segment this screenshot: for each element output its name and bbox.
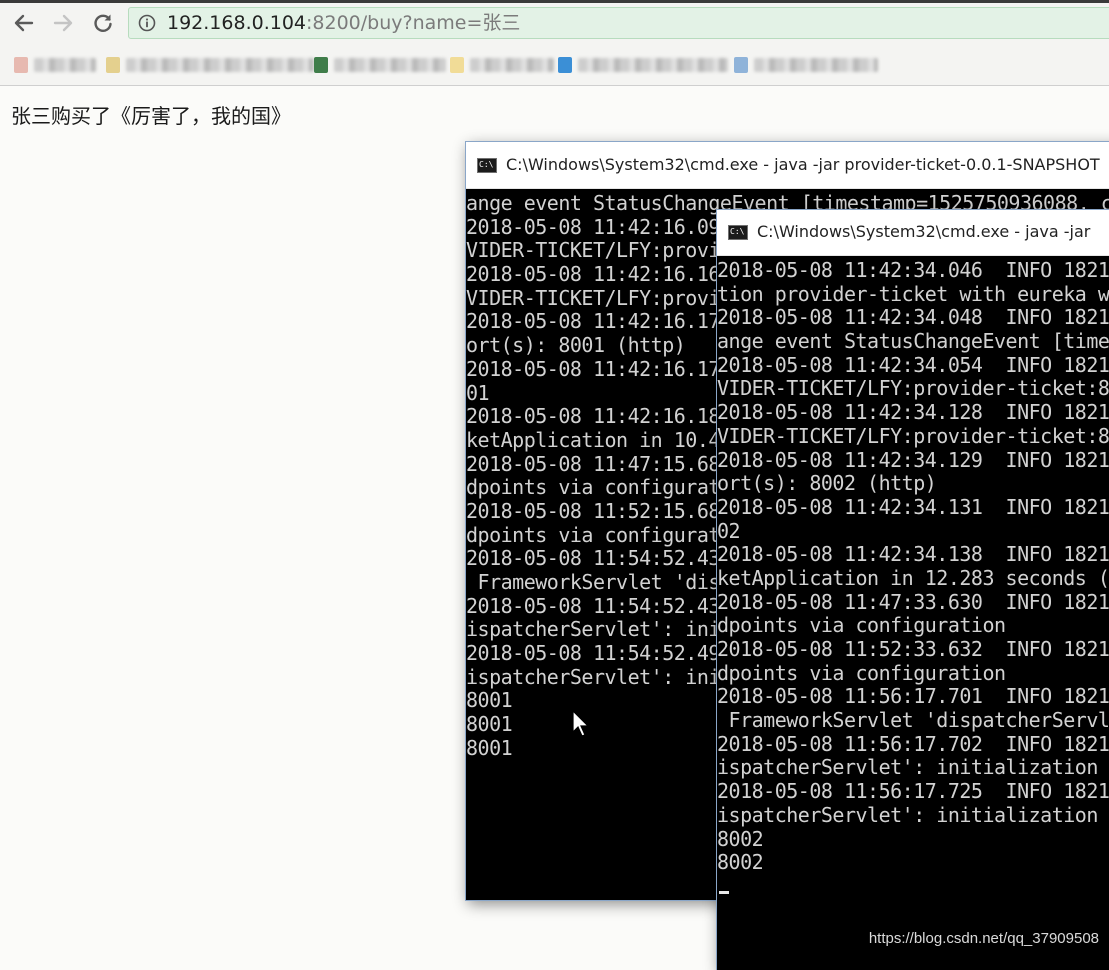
info-icon[interactable] [138, 14, 156, 32]
forward-button[interactable] [49, 9, 77, 37]
cmd-title: C:\Windows\System32\cmd.exe - java -jar … [506, 155, 1100, 174]
console-line: 2018-05-08 11:42:34.131 INFO 18212 [717, 494, 1109, 519]
console-line: 2018-05-08 11:42:34.138 INFO 18212 [717, 542, 1109, 567]
forward-arrow-icon [53, 14, 73, 32]
console-output[interactable]: 2018-05-08 11:42:34.046 INFO 18212 tion p… [717, 255, 1109, 970]
console-line: 8002 [717, 826, 764, 851]
cmd-titlebar[interactable]: C:\ C:\Windows\System32\cmd.exe - java -… [466, 142, 1109, 189]
watermark: https://blog.csdn.net/qq_37909508 [868, 930, 1099, 947]
bookmark-favicon [14, 57, 28, 73]
browser-toolbar: 192.168.0.104:8200/buy?name=张三 [0, 3, 1109, 43]
bookmark-item[interactable] [450, 54, 554, 76]
console-line: dpoints via configuration [717, 660, 1006, 685]
bookmark-label-blurred [578, 58, 728, 72]
back-button[interactable] [10, 9, 38, 37]
console-line: ketApplication in 12.283 seconds (J [717, 565, 1109, 590]
url-path: :8200/buy?name=张三 [306, 12, 521, 34]
console-line: 2018-05-08 11:42:34.129 INFO 18212 [717, 447, 1109, 472]
bookmark-folder-icon [450, 57, 464, 73]
console-line: dpoints via configuration [717, 613, 1006, 638]
cmd-title: C:\Windows\System32\cmd.exe - java -jar [757, 222, 1091, 241]
cmd-titlebar[interactable]: C:\ C:\Windows\System32\cmd.exe - java -… [717, 210, 1109, 256]
reload-button[interactable] [89, 9, 117, 37]
console-line: 2018-05-08 11:47:33.630 INFO 18212 [717, 589, 1109, 614]
console-line: 2018-05-08 11:42:34.046 INFO 18212 [717, 258, 1109, 282]
console-line: VIDER-TICKET/LFY:provider-ticket:80 [717, 376, 1109, 401]
url-text[interactable]: 192.168.0.104:8200/buy?name=张三 [167, 12, 520, 34]
back-arrow-icon [14, 14, 34, 32]
console-line: tion provider-ticket with eureka wi [717, 281, 1109, 306]
bookmark-label-blurred [470, 58, 554, 72]
console-line: ispatcherServlet': initialization c [717, 802, 1109, 827]
bookmark-item[interactable] [106, 54, 314, 76]
mouse-pointer-icon [572, 710, 590, 737]
bookmark-item[interactable] [14, 54, 96, 76]
bookmark-label-blurred [34, 58, 96, 72]
console-line: 2018-05-08 11:56:17.701 INFO 18212 [717, 684, 1109, 709]
console-line: VIDER-TICKET/LFY:provider-ticket:80 [717, 423, 1109, 448]
bookmark-item[interactable] [314, 54, 446, 76]
console-line: FrameworkServlet 'dispatcherServle [717, 708, 1109, 733]
console-line: 02 [717, 518, 741, 543]
console-line: 2018-05-08 11:42:34.054 INFO 18212 [717, 352, 1109, 377]
console-line: 8002 [717, 850, 764, 875]
bookmark-item[interactable] [734, 54, 878, 76]
reload-icon [94, 14, 112, 32]
console-line: 2018-05-08 11:56:17.702 INFO 18212 [717, 731, 1109, 756]
bookmark-label-blurred [126, 58, 314, 72]
bookmarks-bar [0, 43, 1109, 86]
console-line: 2018-05-08 11:42:34.048 INFO 18212 [717, 305, 1109, 330]
console-line: ispatcherServlet': initialization s [717, 755, 1109, 780]
console-line: ange event StatusChangeEvent [times [717, 329, 1109, 354]
address-bar[interactable]: 192.168.0.104:8200/buy?name=张三 [128, 7, 1109, 39]
cmd-icon: C:\ [477, 158, 497, 173]
cmd-window-provider-8002[interactable]: C:\ C:\Windows\System32\cmd.exe - java -… [717, 210, 1109, 970]
cmd-icon: C:\ [728, 225, 748, 240]
console-line: 2018-05-08 11:42:34.128 INFO 18212 [717, 400, 1109, 425]
purchase-message: 张三购买了《厉害了，我的国》 [11, 104, 291, 128]
url-host: 192.168.0.104 [167, 12, 307, 34]
bookmark-label-blurred [754, 58, 878, 72]
console-line: 2018-05-08 11:52:33.632 INFO 18212 [717, 637, 1109, 661]
bookmark-favicon [734, 57, 748, 73]
bookmark-favicon [106, 57, 120, 73]
bookmark-favicon [314, 57, 328, 73]
console-line: 2018-05-08 11:56:17.725 INFO 18212 [717, 779, 1109, 804]
bookmark-item[interactable] [558, 54, 728, 76]
console-line: ort(s): 8002 (http) [717, 471, 937, 496]
bookmark-favicon [558, 57, 572, 73]
console-cursor [719, 891, 729, 894]
bookmark-label-blurred [334, 58, 446, 72]
